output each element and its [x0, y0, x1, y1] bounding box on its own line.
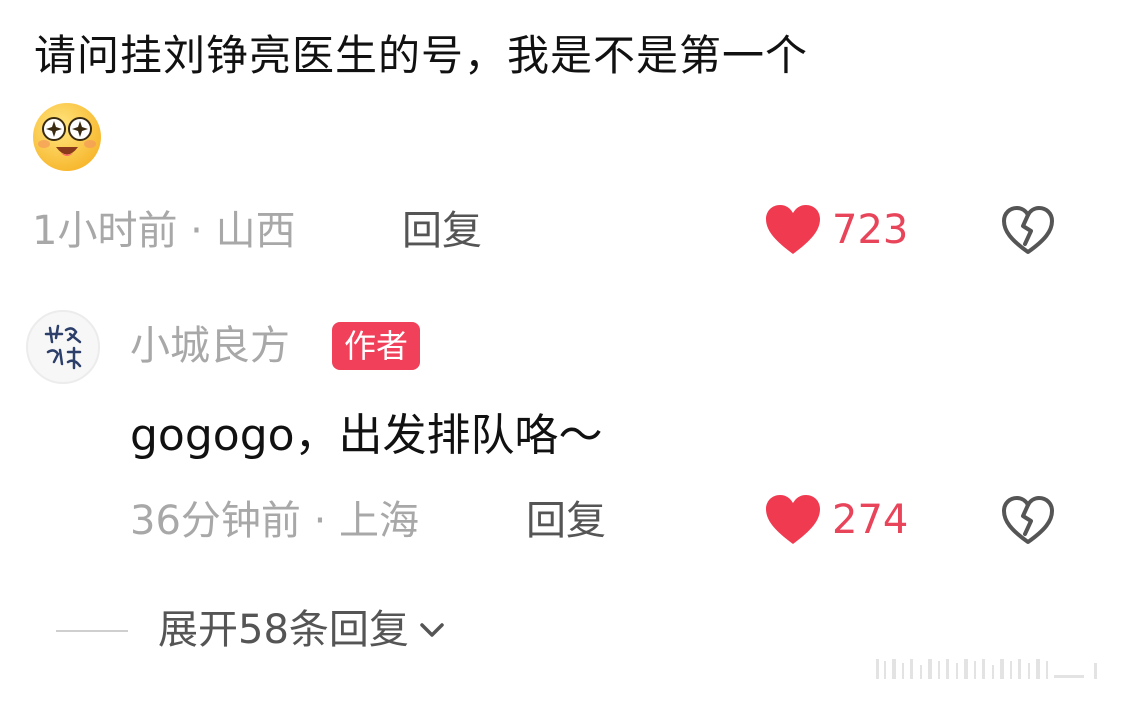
expand-divider [56, 630, 128, 632]
reply-text: gogogo，出发排队咯～ [130, 410, 603, 461]
reply-time-location: 36分钟前 · 上海 [130, 498, 420, 544]
heart-icon [766, 495, 820, 544]
reply-like-count: 274 [832, 497, 909, 543]
starry-eyed-face-icon [33, 103, 101, 171]
reply-reply-button[interactable]: 回复 [526, 497, 606, 545]
broken-heart-icon[interactable] [1000, 204, 1056, 256]
author-badge: 作者 [332, 322, 421, 370]
chevron-down-icon [420, 623, 444, 637]
comment-thread: 请问挂刘铮亮医生的号，我是不是第一个 1小时前 · 山西 回复 723 小城良方… [0, 0, 1124, 703]
reply-like-button[interactable]: 274 [764, 494, 908, 546]
expand-replies-label: 展开58条回复 [158, 607, 409, 653]
comment-text: 请问挂刘铮亮医生的号，我是不是第一个 [34, 31, 809, 80]
author-name[interactable]: 小城良方 [130, 322, 290, 370]
broken-heart-icon[interactable] [1000, 494, 1056, 546]
calligraphy-logo [44, 324, 82, 370]
expand-replies-button[interactable]: 展开58条回复 [158, 606, 449, 654]
comment-like-count: 723 [832, 207, 909, 253]
comment-reply-button[interactable]: 回复 [402, 207, 482, 255]
author-avatar[interactable] [26, 310, 100, 384]
heart-icon [766, 205, 820, 254]
comment-time-location: 1小时前 · 山西 [32, 208, 296, 254]
watermark [876, 659, 1097, 679]
comment-like-button[interactable]: 723 [764, 204, 908, 256]
